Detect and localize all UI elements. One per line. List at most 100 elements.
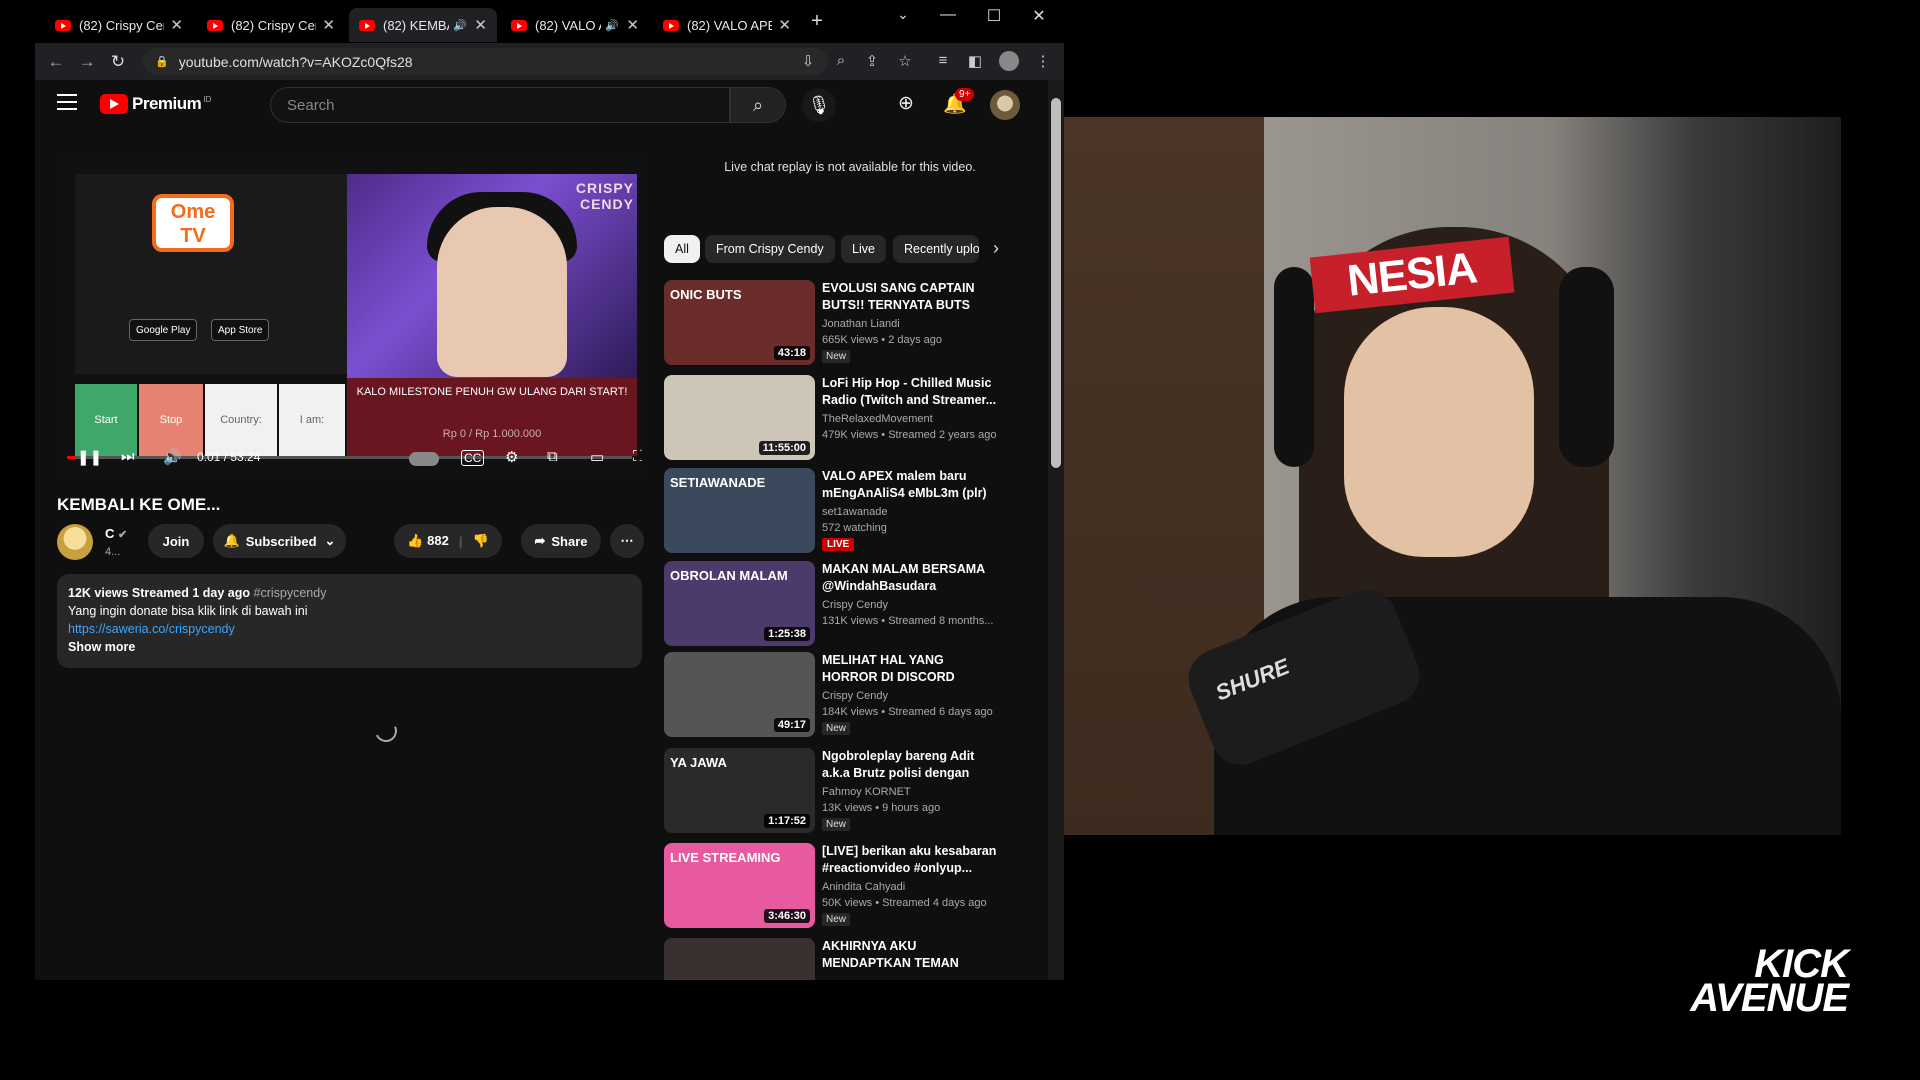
related-video-channel[interactable]: Jonathan Liandi: [822, 318, 900, 330]
video-thumbnail[interactable]: OBROLAN MALAM 1:25:38: [664, 561, 815, 646]
related-video-item[interactable]: LIVE STREAMING 3:46:30 [LIVE] berikan aku …: [664, 843, 1044, 931]
browser-tab-3[interactable]: (82) KEMBA 🔊 ✕: [349, 8, 497, 42]
chevron-right-icon[interactable]: ›: [993, 238, 999, 259]
minimize-icon[interactable]: —: [936, 6, 960, 24]
related-video-channel[interactable]: Anindita Cahyadi: [822, 881, 905, 893]
related-video-item[interactable]: SETIAWANADE VALO APEX malem baru mEngAnAl…: [664, 468, 1044, 556]
related-video-channel[interactable]: set1awanade: [822, 506, 887, 518]
close-tab-icon[interactable]: ✕: [772, 16, 791, 34]
dislike-icon[interactable]: 👎: [472, 533, 488, 549]
youtube-premium-logo[interactable]: Premium ID: [100, 94, 211, 114]
volume-icon[interactable]: 🔊: [163, 448, 182, 466]
related-video-channel[interactable]: Crispy Cendy: [822, 690, 888, 702]
related-video-channel[interactable]: Fahmoy KORNET: [822, 786, 911, 798]
share-page-icon[interactable]: ⇪: [862, 52, 882, 70]
description-hashtag[interactable]: #crispycendy: [254, 586, 327, 600]
share-button[interactable]: ➦ Share: [521, 524, 601, 558]
settings-gear-icon[interactable]: ⚙: [505, 448, 518, 466]
search-button[interactable]: ⌕: [730, 87, 786, 123]
related-video-item[interactable]: AKHIRNYA AKU MENDAPTKAN TEMAN KENCAN, TA…: [664, 938, 1044, 980]
forward-icon[interactable]: →: [72, 52, 102, 72]
bookmark-star-icon[interactable]: ☆: [895, 52, 915, 70]
close-tab-icon[interactable]: ✕: [316, 16, 335, 34]
miniplayer-icon[interactable]: ⧉: [547, 448, 558, 465]
browser-tab-1[interactable]: (82) Crispy Cend ✕: [45, 8, 193, 42]
description-box[interactable]: 12K views Streamed 1 day ago #crispycend…: [57, 574, 642, 668]
search-input[interactable]: Search: [270, 87, 730, 123]
video-thumbnail[interactable]: YA JAWA 1:17:52: [664, 748, 815, 833]
captions-icon[interactable]: CC: [461, 450, 485, 466]
zoom-icon[interactable]: ⌕: [831, 52, 851, 69]
related-video-item[interactable]: 49:17 MELIHAT HAL YANG HORROR DI DISCORD …: [664, 652, 1044, 740]
video-thumbnail[interactable]: 49:17: [664, 652, 815, 737]
bell-icon: 🔔: [223, 533, 240, 548]
browser-tab-2[interactable]: (82) Crispy Cend ✕: [197, 8, 345, 42]
subscribed-button[interactable]: 🔔 Subscribed ⌄: [213, 524, 346, 558]
close-tab-icon[interactable]: ✕: [468, 16, 487, 34]
time-display: 0:01 / 53:24: [197, 450, 261, 464]
url-field[interactable]: 🔒 youtube.com/watch?v=AKOZc0Qfs28: [143, 48, 828, 75]
theater-mode-icon[interactable]: ▭: [590, 448, 604, 466]
autoplay-toggle[interactable]: [409, 452, 439, 466]
related-video-title[interactable]: LoFi Hip Hop - Chilled Music Radio (Twit…: [822, 375, 1002, 409]
menu-kebab-icon[interactable]: ⋮: [1033, 52, 1053, 70]
close-tab-icon[interactable]: ✕: [164, 16, 183, 34]
related-video-title[interactable]: [LIVE] berikan aku kesabaran #reactionvi…: [822, 843, 1002, 877]
tab-search-icon[interactable]: ⌄: [891, 6, 915, 23]
video-player[interactable]: Ome TV Google Play App Store CRISPY CEND…: [57, 152, 642, 480]
browser-tab-5[interactable]: (82) VALO APEX ✕: [653, 8, 801, 42]
related-video-item[interactable]: ONIC BUTS 43:18 EVOLUSI SANG CAPTAIN BUTS!…: [664, 280, 1044, 368]
video-thumbnail[interactable]: 11:55:00: [664, 375, 815, 460]
maximize-icon[interactable]: ☐: [982, 6, 1006, 26]
profile-icon[interactable]: [999, 51, 1019, 71]
side-panel-icon[interactable]: ◧: [965, 52, 985, 70]
browser-tab-4[interactable]: (82) VALO A 🔊 ✕: [501, 8, 649, 42]
chip-live[interactable]: Live: [841, 235, 886, 263]
reload-icon[interactable]: ↻: [103, 52, 133, 72]
speaker-icon[interactable]: 🔊: [605, 19, 619, 32]
related-video-title[interactable]: EVOLUSI SANG CAPTAIN BUTS!! TERNYATA BUT…: [822, 280, 1002, 314]
video-thumbnail[interactable]: ONIC BUTS 43:18: [664, 280, 815, 365]
thumbnail-caption: SETIAWANADE: [670, 475, 766, 490]
more-actions-icon[interactable]: ⋯: [610, 524, 644, 558]
chip-all[interactable]: All: [664, 235, 700, 263]
chip-recently-uploaded[interactable]: Recently uplo: [893, 235, 979, 263]
show-more-button[interactable]: Show more: [68, 640, 135, 654]
related-video-channel[interactable]: Crispy Cendy: [822, 599, 888, 611]
media-controls-icon[interactable]: ≡: [933, 52, 953, 69]
related-video-title[interactable]: MAKAN MALAM BERSAMA @WindahBasudara: [822, 561, 1002, 595]
hamburger-menu-icon[interactable]: [57, 94, 77, 110]
related-video-channel[interactable]: TheRelaxedMovement: [822, 413, 933, 425]
fullscreen-icon[interactable]: ⛶: [633, 448, 642, 465]
new-tab-button[interactable]: +: [805, 10, 829, 33]
related-video-title[interactable]: AKHIRNYA AKU MENDAPTKAN TEMAN KENCAN, TA…: [822, 938, 1002, 972]
speaker-icon[interactable]: 🔊: [453, 19, 467, 32]
close-tab-icon[interactable]: ✕: [620, 16, 639, 34]
video-thumbnail[interactable]: SETIAWANADE: [664, 468, 815, 553]
scrollbar-thumb[interactable]: [1051, 98, 1061, 468]
related-video-item[interactable]: OBROLAN MALAM 1:25:38 MAKAN MALAM BERSAMA …: [664, 561, 1044, 649]
thumbnail-caption: LIVE STREAMING: [670, 850, 781, 865]
create-video-icon[interactable]: ⊕: [898, 92, 914, 115]
share-label: Share: [551, 533, 588, 549]
like-button[interactable]: 👍 882: [407, 533, 449, 549]
close-window-icon[interactable]: ✕: [1027, 6, 1051, 26]
channel-avatar[interactable]: [57, 524, 93, 560]
back-icon[interactable]: ←: [41, 52, 71, 72]
next-icon[interactable]: ⏭: [121, 448, 135, 465]
related-video-item[interactable]: YA JAWA 1:17:52 Ngobroleplay bareng Adit a…: [664, 748, 1044, 836]
install-icon[interactable]: ⇩: [798, 52, 818, 70]
join-button[interactable]: Join: [148, 524, 204, 558]
related-video-title[interactable]: VALO APEX malem baru mEngAnAliS4 eMbL3m …: [822, 468, 1002, 502]
pause-icon[interactable]: ❚❚: [77, 448, 102, 466]
video-thumbnail[interactable]: [664, 938, 815, 980]
related-video-title[interactable]: Ngobroleplay bareng Adit a.k.a Brutz pol…: [822, 748, 1002, 782]
voice-search-mic-icon[interactable]: 🎙: [802, 88, 836, 122]
donate-link[interactable]: https://saweria.co/crispycendy: [68, 622, 235, 636]
related-video-title[interactable]: MELIHAT HAL YANG HORROR DI DISCORD MOTIO…: [822, 652, 1002, 686]
related-video-item[interactable]: 11:55:00 LoFi Hip Hop - Chilled Music Rad…: [664, 375, 1044, 463]
channel-name[interactable]: C ✔: [105, 526, 127, 541]
chip-from-crispy-cendy[interactable]: From Crispy Cendy: [705, 235, 835, 263]
account-avatar[interactable]: [990, 90, 1020, 120]
video-thumbnail[interactable]: LIVE STREAMING 3:46:30: [664, 843, 815, 928]
